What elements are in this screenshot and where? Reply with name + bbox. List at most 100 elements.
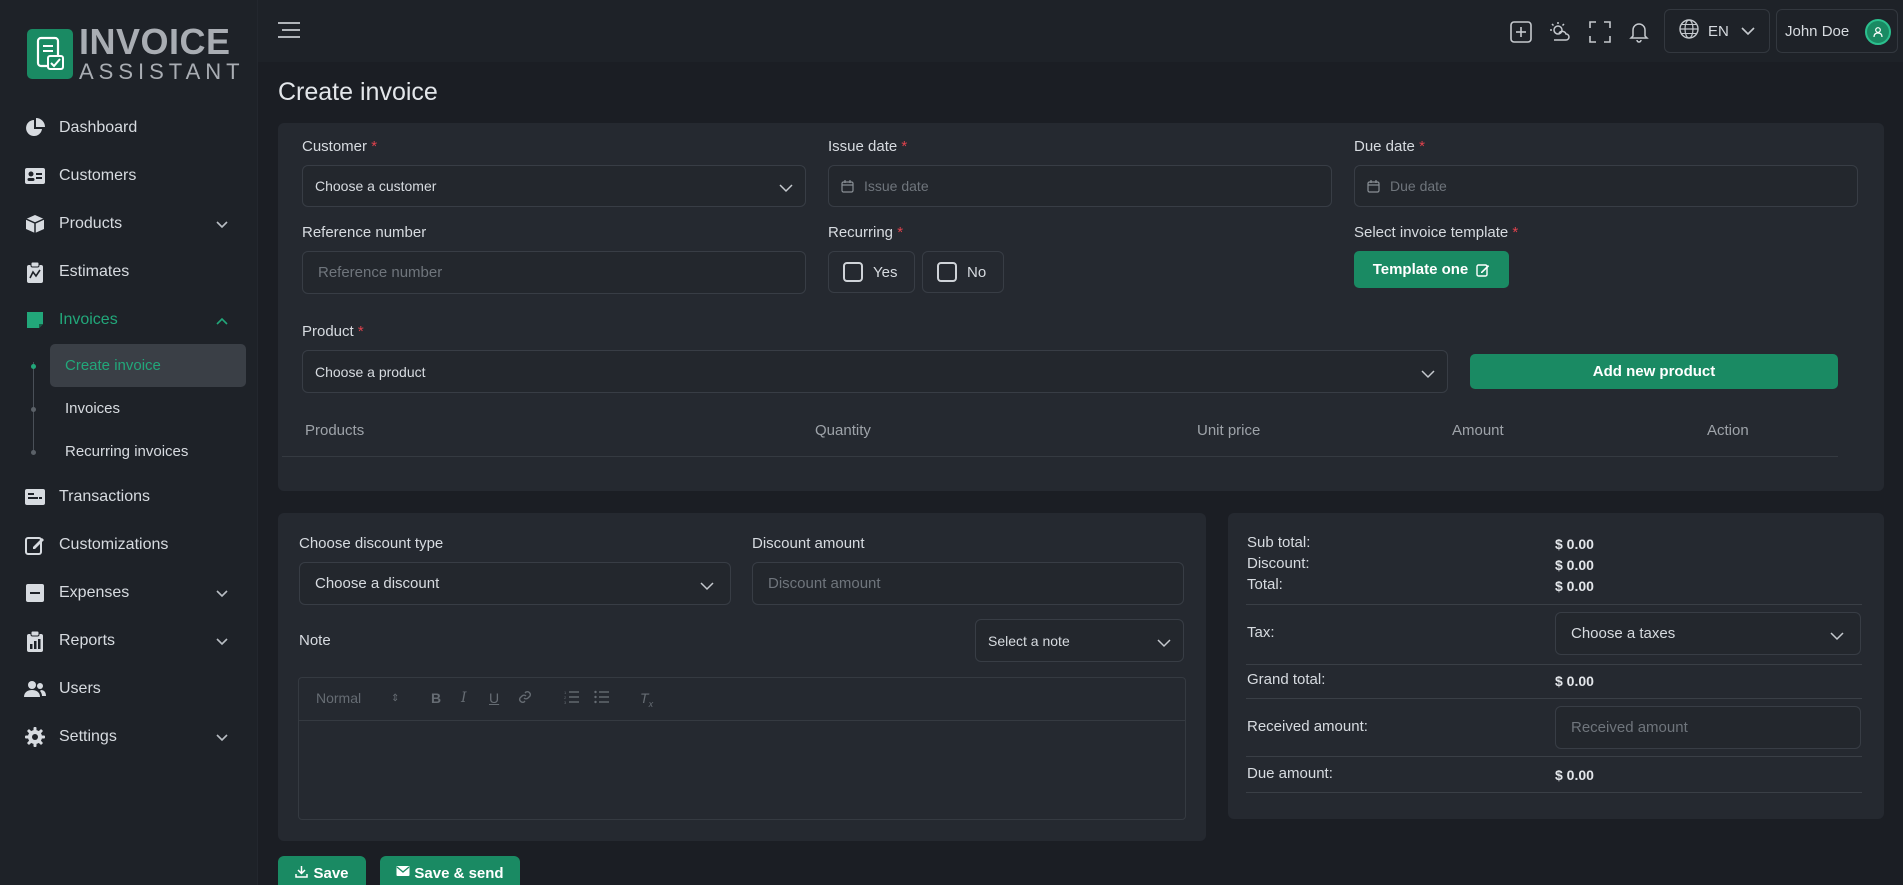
sidebar-item-label: Dashboard	[59, 119, 138, 136]
language-select[interactable]: EN	[1664, 9, 1770, 53]
chevron-down-icon	[216, 216, 228, 234]
summary-divider	[1246, 604, 1862, 605]
chevron-up-icon	[216, 312, 228, 330]
format-select[interactable]: Normal	[316, 690, 361, 706]
sidebar-subitem-invoices[interactable]: Invoices	[31, 387, 246, 430]
chevron-down-icon	[1830, 628, 1844, 645]
menu-toggle-icon[interactable]	[277, 20, 301, 45]
brand-line2: ASSISTANT	[79, 59, 245, 84]
underline-icon[interactable]: U	[489, 690, 499, 706]
template-label: Select invoice template *	[1354, 224, 1519, 241]
invoice-logo-icon	[27, 28, 73, 79]
template-one-button[interactable]: Template one	[1354, 251, 1509, 288]
edit-icon	[24, 534, 46, 556]
avatar-icon	[1865, 19, 1891, 45]
clear-format-icon[interactable]: Tx	[640, 690, 653, 709]
sidebar-subitem-recurring-invoices[interactable]: Recurring invoices	[31, 430, 246, 473]
table-header-quantity: Quantity	[815, 422, 871, 439]
save-button-label: Save	[313, 865, 349, 882]
invoice-icon	[24, 309, 46, 331]
table-divider	[282, 456, 1838, 457]
sidebar-item-invoices[interactable]: Invoices	[0, 296, 258, 344]
chevron-down-icon	[779, 180, 793, 196]
subtotal-value: $ 0.00	[1555, 536, 1594, 552]
format-select-arrows-icon: ⇕	[391, 693, 400, 704]
discount-amount-label: Discount amount	[752, 535, 865, 552]
editor-toolbar: Normal ⇕ B I U 123 Tx	[299, 678, 1185, 721]
sidebar-item-customizations[interactable]: Customizations	[0, 521, 258, 569]
checkbox-box	[937, 262, 957, 282]
reference-placeholder: Reference number	[318, 264, 443, 281]
calendar-icon	[841, 179, 854, 193]
sidebar-subitem-label: Recurring invoices	[65, 443, 189, 460]
sidebar-item-label: Customizations	[59, 536, 169, 553]
svg-text:3: 3	[564, 700, 567, 704]
template-button-label: Template one	[1372, 261, 1469, 278]
add-square-icon[interactable]	[1509, 20, 1533, 44]
theme-toggle-icon[interactable]	[1548, 20, 1572, 44]
gear-icon	[24, 726, 46, 748]
fullscreen-icon[interactable]	[1588, 20, 1612, 44]
customer-select[interactable]: Choose a customer	[302, 165, 806, 207]
sidebar-item-users[interactable]: Users	[0, 665, 258, 713]
reference-label: Reference number	[302, 224, 427, 241]
link-icon[interactable]	[518, 690, 532, 707]
invoices-submenu: Create invoice Invoices Recurring invoic…	[0, 344, 258, 473]
sidebar-item-label: Estimates	[59, 263, 130, 280]
sidebar-item-label: Settings	[59, 728, 117, 745]
sidebar-item-estimates[interactable]: Estimates	[0, 248, 258, 296]
note-select[interactable]: Select a note	[975, 619, 1184, 662]
ordered-list-icon[interactable]: 123	[564, 690, 580, 707]
grand-total-value: $ 0.00	[1555, 673, 1594, 689]
bell-icon[interactable]	[1627, 20, 1651, 44]
chevron-down-icon	[1157, 635, 1171, 651]
discount-amount-input[interactable]: Discount amount	[752, 562, 1184, 605]
save-button[interactable]: Save	[278, 856, 366, 885]
discount-type-select[interactable]: Choose a discount	[299, 562, 731, 605]
sidebar-item-dashboard[interactable]: Dashboard	[0, 104, 258, 152]
sidebar-item-transactions[interactable]: Transactions	[0, 473, 258, 521]
customer-select-value: Choose a customer	[315, 178, 437, 194]
chevron-down-icon	[1421, 366, 1435, 382]
received-amount-placeholder: Received amount	[1571, 719, 1688, 736]
italic-icon[interactable]: I	[461, 690, 467, 706]
sidebar-item-settings[interactable]: Settings	[0, 713, 258, 761]
recurring-yes-checkbox[interactable]: Yes	[828, 251, 915, 293]
bullet-list-icon[interactable]	[594, 690, 610, 707]
sidebar-item-expenses[interactable]: Expenses	[0, 569, 258, 617]
submenu-dot	[31, 450, 36, 455]
summary-divider	[1246, 664, 1862, 665]
sidebar-item-products[interactable]: Products	[0, 200, 258, 248]
note-label: Note	[299, 632, 331, 649]
sidebar-item-reports[interactable]: Reports	[0, 617, 258, 665]
received-amount-label: Received amount:	[1247, 718, 1368, 735]
sidebar-subitem-create-invoice[interactable]: Create invoice	[31, 344, 246, 387]
contact-card-icon	[24, 165, 46, 187]
users-icon	[24, 678, 46, 700]
tax-select[interactable]: Choose a taxes	[1555, 612, 1861, 655]
due-date-input[interactable]: Due date	[1354, 165, 1858, 207]
sidebar-item-customers[interactable]: Customers	[0, 152, 258, 200]
discount-type-value: Choose a discount	[315, 575, 440, 592]
bold-icon[interactable]: B	[431, 690, 441, 706]
user-menu[interactable]: John Doe	[1776, 9, 1898, 53]
calendar-icon	[1367, 179, 1380, 193]
reference-input[interactable]: Reference number	[302, 251, 806, 294]
checkbox-box	[843, 262, 863, 282]
due-date-label: Due date *	[1354, 138, 1425, 155]
discount-amount-placeholder: Discount amount	[768, 575, 881, 592]
sidebar-item-label: Expenses	[59, 584, 130, 601]
box-icon	[24, 213, 46, 235]
product-select[interactable]: Choose a product	[302, 350, 1448, 393]
pie-chart-icon	[24, 117, 46, 139]
sidebar-item-label: Customers	[59, 167, 137, 184]
received-amount-input[interactable]: Received amount	[1555, 706, 1861, 749]
globe-icon	[1679, 19, 1699, 43]
page-title: Create invoice	[278, 78, 438, 106]
brand-logo[interactable]: INVOICE ASSISTANT	[27, 24, 245, 83]
save-and-send-button[interactable]: Save & send	[380, 856, 520, 885]
recurring-no-checkbox[interactable]: No	[922, 251, 1004, 293]
add-new-product-button[interactable]: Add new product	[1470, 354, 1838, 389]
tax-label: Tax:	[1247, 624, 1275, 641]
issue-date-input[interactable]: Issue date	[828, 165, 1332, 207]
